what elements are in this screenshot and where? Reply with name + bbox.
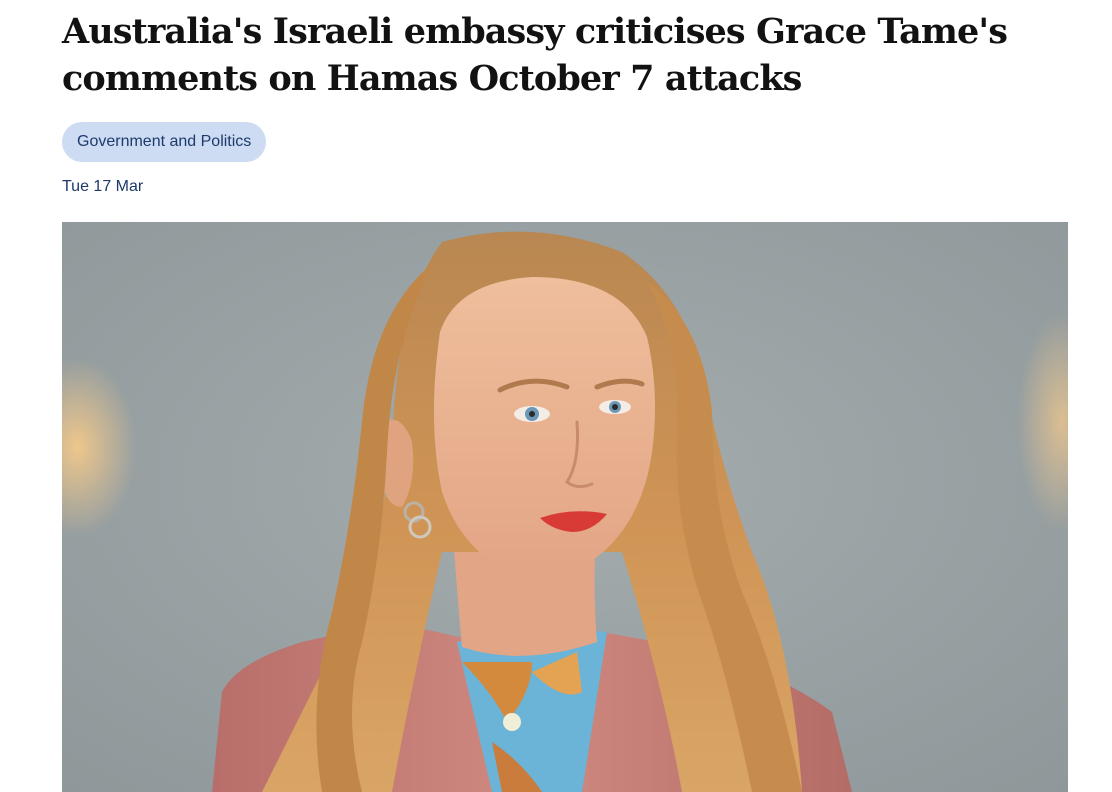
article: Australia's Israeli embassy criticises G… [62, 0, 1068, 792]
topic-tag-government-and-politics[interactable]: Government and Politics [62, 122, 267, 162]
hero-image [62, 222, 1068, 792]
portrait-photo [62, 222, 1068, 792]
publish-date: Tue 17 Mar [62, 178, 144, 195]
article-headline: Australia's Israeli embassy criticises G… [62, 11, 1008, 99]
